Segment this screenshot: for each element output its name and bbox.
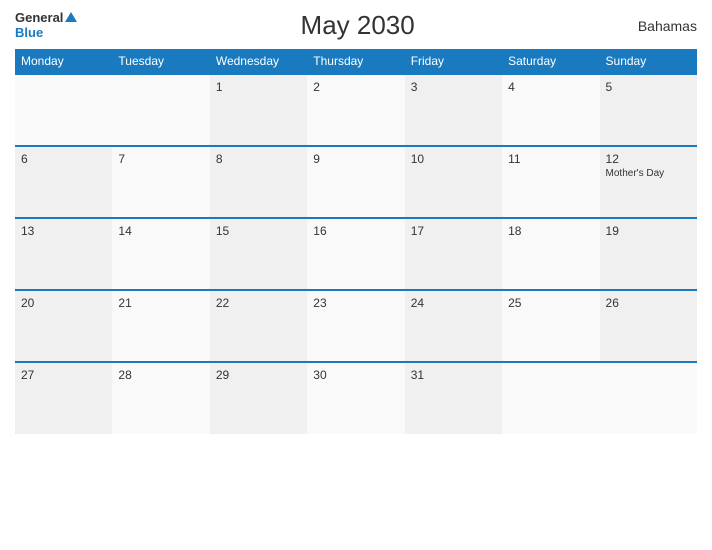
logo-general: General [15, 11, 77, 25]
calendar-week-2: 6789 10 11 12 Mother's Day [15, 146, 697, 218]
calendar-cell [112, 74, 209, 146]
calendar-cell: 30 [307, 362, 404, 434]
day-number: 22 [216, 296, 301, 310]
day-number: 27 [21, 368, 106, 382]
calendar-cell: 17 [405, 218, 502, 290]
calendar-title: May 2030 [301, 10, 415, 41]
calendar-cell: 22 [210, 290, 307, 362]
calendar-cell: 4 [502, 74, 599, 146]
day-number: 2 [313, 80, 398, 94]
day-number: 17 [411, 224, 496, 238]
calendar-header: Monday Tuesday Wednesday Thursday Friday… [15, 49, 697, 74]
logo-triangle-icon [65, 12, 77, 22]
calendar-table: Monday Tuesday Wednesday Thursday Friday… [15, 49, 697, 434]
calendar-cell [600, 362, 697, 434]
header-row: Monday Tuesday Wednesday Thursday Friday… [15, 49, 697, 74]
day-number: 29 [216, 368, 301, 382]
header: General Blue May 2030 Bahamas [15, 10, 697, 41]
calendar-cell: 21 [112, 290, 209, 362]
calendar-event: Mother's Day [606, 168, 691, 179]
header-wednesday: Wednesday [210, 49, 307, 74]
logo: General Blue [15, 11, 77, 40]
day-number: 25 [508, 296, 593, 310]
day-number: 6 [21, 152, 106, 166]
country-label: Bahamas [638, 18, 697, 34]
day-number: 28 [118, 368, 203, 382]
day-number: 26 [606, 296, 691, 310]
day-number: 9 [313, 152, 398, 166]
header-saturday: Saturday [502, 49, 599, 74]
calendar-body: 123456789101112Mother's Day1314151617181… [15, 74, 697, 434]
day-number: 12 [606, 152, 691, 166]
day-number: 24 [411, 296, 496, 310]
calendar-cell: 26 [600, 290, 697, 362]
day-number: 7 [118, 152, 203, 166]
calendar-week-5: 27 28 29 30 31 [15, 362, 697, 434]
calendar-cell: 3 [405, 74, 502, 146]
page: General Blue May 2030 Bahamas Monday Tue… [0, 0, 712, 550]
calendar-cell: 12 Mother's Day [600, 146, 697, 218]
calendar-cell: 19 [600, 218, 697, 290]
header-friday: Friday [405, 49, 502, 74]
calendar-cell: 16 [307, 218, 404, 290]
day-number: 4 [508, 80, 593, 94]
day-number: 30 [313, 368, 398, 382]
calendar-cell: 18 [502, 218, 599, 290]
day-number: 19 [606, 224, 691, 238]
calendar-cell: 1 [210, 74, 307, 146]
day-number: 18 [508, 224, 593, 238]
day-number: 11 [508, 152, 593, 166]
day-number: 5 [606, 80, 691, 94]
calendar-cell: 15 [210, 218, 307, 290]
day-number: 3 [411, 80, 496, 94]
calendar-cell: 5 [600, 74, 697, 146]
calendar-cell: 25 [502, 290, 599, 362]
calendar-cell [502, 362, 599, 434]
day-number: 21 [118, 296, 203, 310]
calendar-cell: 27 [15, 362, 112, 434]
calendar-cell: 7 [112, 146, 209, 218]
day-number: 10 [411, 152, 496, 166]
calendar-cell: 13 [15, 218, 112, 290]
calendar-cell: 2 [307, 74, 404, 146]
calendar-cell: 14 [112, 218, 209, 290]
calendar-cell: 6 [15, 146, 112, 218]
calendar-week-3: 13 14 15 16 17 18 19 [15, 218, 697, 290]
calendar-cell: 8 [210, 146, 307, 218]
logo-blue: Blue [15, 26, 77, 40]
calendar-cell [15, 74, 112, 146]
day-number: 8 [216, 152, 301, 166]
calendar-cell: 24 [405, 290, 502, 362]
day-number: 23 [313, 296, 398, 310]
header-sunday: Sunday [600, 49, 697, 74]
calendar-cell: 28 [112, 362, 209, 434]
day-number: 13 [21, 224, 106, 238]
day-number: 16 [313, 224, 398, 238]
calendar-cell: 9 [307, 146, 404, 218]
day-number: 20 [21, 296, 106, 310]
header-thursday: Thursday [307, 49, 404, 74]
day-number: 14 [118, 224, 203, 238]
calendar-cell: 10 [405, 146, 502, 218]
calendar-cell: 31 [405, 362, 502, 434]
day-number: 15 [216, 224, 301, 238]
calendar-cell: 23 [307, 290, 404, 362]
day-number: 1 [216, 80, 301, 94]
calendar-cell: 29 [210, 362, 307, 434]
calendar-cell: 11 [502, 146, 599, 218]
header-monday: Monday [15, 49, 112, 74]
calendar-cell: 20 [15, 290, 112, 362]
calendar-week-1: 12345 [15, 74, 697, 146]
header-tuesday: Tuesday [112, 49, 209, 74]
calendar-week-4: 20 21 22 23 24 25 26 [15, 290, 697, 362]
day-number: 31 [411, 368, 496, 382]
